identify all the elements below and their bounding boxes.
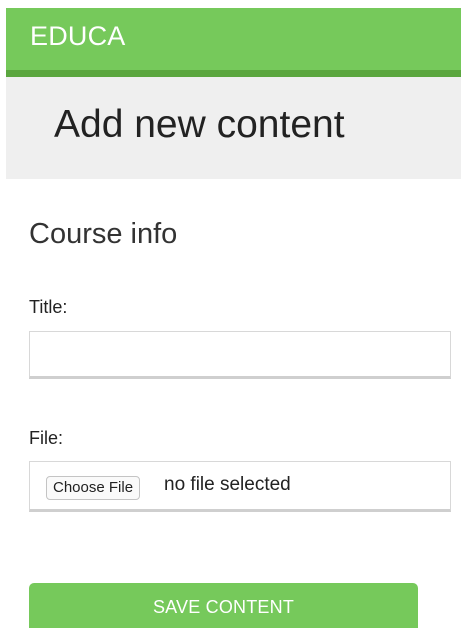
- logo[interactable]: EDUCA: [30, 21, 126, 52]
- section-title: Course info: [29, 218, 178, 250]
- top-bar: EDUCA: [6, 8, 461, 77]
- page: EDUCA Add new content Course info Title:…: [0, 0, 461, 628]
- save-content-button[interactable]: SAVE CONTENT: [29, 583, 418, 628]
- choose-file-button[interactable]: Choose File: [46, 476, 141, 500]
- title-input[interactable]: [29, 331, 451, 379]
- file-status-text: no file selected: [164, 474, 291, 495]
- title-label: Title:: [29, 297, 68, 317]
- file-label: File:: [29, 428, 64, 448]
- heading-band: Add new content: [6, 77, 461, 179]
- page-title: Add new content: [54, 103, 345, 146]
- file-input: Choose File no file selected: [29, 461, 451, 512]
